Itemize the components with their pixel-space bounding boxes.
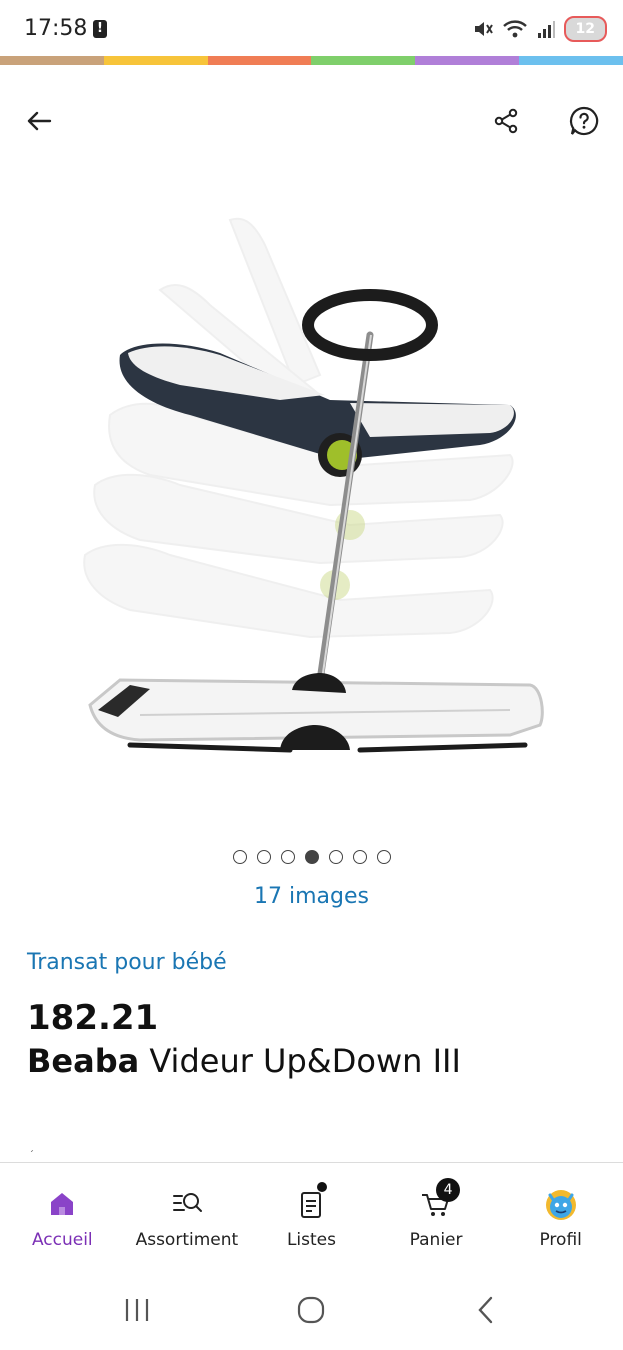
top-bar bbox=[0, 95, 623, 149]
nav-item-accueil[interactable]: Accueil bbox=[0, 1170, 125, 1260]
product-price: 182.21 bbox=[27, 998, 159, 1038]
alert-icon: ! bbox=[93, 20, 107, 38]
notification-dot bbox=[317, 1182, 328, 1192]
signal-icon bbox=[537, 21, 555, 38]
product-name: Videur Up&Down III bbox=[149, 1042, 461, 1080]
brand-color-strip bbox=[0, 56, 623, 65]
help-button[interactable] bbox=[562, 99, 606, 143]
arrow-left-icon bbox=[27, 111, 52, 131]
nav-label: Assortiment bbox=[135, 1230, 239, 1250]
home-circle-icon bbox=[297, 1296, 325, 1324]
gallery-dot[interactable] bbox=[328, 850, 343, 864]
cart-count-badge: 4 bbox=[436, 1178, 461, 1202]
cart-icon: 4 bbox=[416, 1178, 461, 1224]
nav-label: Listes bbox=[286, 1230, 336, 1250]
nav-label: Panier bbox=[409, 1230, 463, 1250]
color-segment bbox=[207, 56, 312, 65]
gallery-dot[interactable] bbox=[232, 850, 247, 864]
scroll-hint-mark: ´ bbox=[29, 1150, 34, 1161]
status-icons: 12 bbox=[472, 14, 607, 44]
gallery-dot[interactable] bbox=[376, 850, 391, 864]
color-segment bbox=[311, 56, 416, 65]
product-brand[interactable]: Beaba bbox=[27, 1042, 139, 1080]
nav-item-listes[interactable]: Listes bbox=[249, 1170, 374, 1260]
nav-item-profil[interactable]: Profil bbox=[498, 1170, 623, 1260]
wifi-icon bbox=[502, 20, 527, 38]
mute-icon bbox=[474, 22, 493, 36]
color-segment bbox=[519, 56, 623, 65]
chevron-left-icon bbox=[478, 1296, 493, 1324]
gallery-dot[interactable] bbox=[280, 850, 295, 864]
nav-item-panier[interactable]: 4 Panier bbox=[374, 1170, 499, 1260]
status-bar: 17:58 ! 12 bbox=[0, 0, 623, 56]
search-list-icon bbox=[167, 1184, 207, 1224]
system-back-button[interactable] bbox=[461, 1288, 511, 1332]
avatar-icon bbox=[541, 1184, 581, 1224]
color-segment bbox=[0, 56, 104, 65]
status-time: 17:58 bbox=[24, 16, 88, 41]
list-icon bbox=[291, 1182, 331, 1224]
product-category-link[interactable]: Transat pour bébé bbox=[27, 950, 227, 975]
system-navigation-bar bbox=[0, 1278, 623, 1342]
nav-label: Profil bbox=[539, 1230, 582, 1250]
question-circle-icon bbox=[569, 106, 599, 136]
gallery-dot[interactable] bbox=[352, 850, 367, 864]
baby-bouncer-illustration bbox=[83, 217, 544, 753]
battery-indicator: 12 bbox=[563, 16, 607, 42]
home-button[interactable] bbox=[286, 1288, 336, 1332]
product-title: Beaba Videur Up&Down III bbox=[27, 1042, 461, 1080]
product-image[interactable] bbox=[70, 205, 555, 795]
home-icon bbox=[42, 1184, 82, 1224]
gallery-dot-active[interactable] bbox=[304, 850, 319, 864]
recent-apps-button[interactable] bbox=[112, 1288, 162, 1332]
image-count-link[interactable]: 17 images bbox=[0, 884, 623, 909]
recent-apps-icon bbox=[125, 1299, 149, 1321]
nav-label: Accueil bbox=[31, 1230, 93, 1250]
color-segment bbox=[103, 56, 208, 65]
gallery-dot[interactable] bbox=[256, 850, 271, 864]
bottom-navigation: Accueil Assortiment Listes 4 Panier Prof… bbox=[0, 1170, 623, 1260]
share-icon bbox=[494, 108, 518, 134]
back-button[interactable] bbox=[17, 99, 61, 143]
color-segment bbox=[415, 56, 520, 65]
gallery-pagination bbox=[0, 850, 623, 864]
share-button[interactable] bbox=[484, 99, 528, 143]
nav-item-assortiment[interactable]: Assortiment bbox=[125, 1170, 250, 1260]
bottom-nav-divider bbox=[0, 1162, 623, 1163]
